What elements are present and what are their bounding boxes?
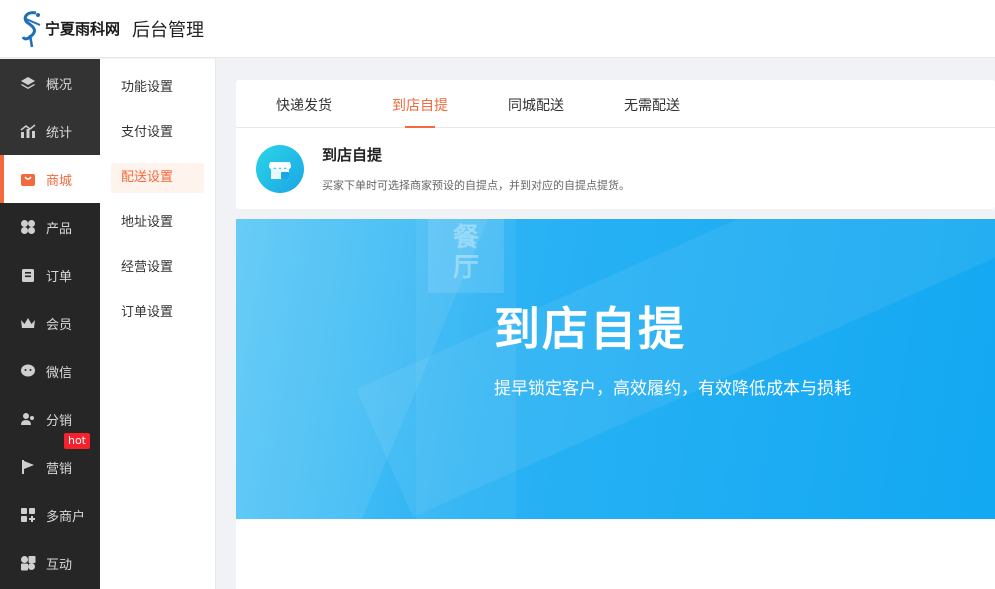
- logo-mark-icon: [21, 10, 41, 47]
- sidebar-item-stats[interactable]: 统计: [0, 107, 100, 155]
- banner-restaurant-sign: 餐厅: [428, 219, 504, 293]
- sidebar-item-interaction[interactable]: 互动: [0, 539, 100, 587]
- sidebar-item-label: 多商户: [46, 509, 86, 525]
- sidebar-item-wechat[interactable]: 微信: [0, 347, 100, 395]
- top-header: 宁夏雨科网 后台管理: [0, 0, 995, 58]
- sidebar-item-label: 互动: [46, 557, 73, 573]
- hot-badge: hot: [63, 433, 90, 449]
- banner-title: 到店自提: [494, 302, 686, 356]
- shop-bag-icon: [21, 174, 35, 186]
- sidebar-item-label: 会员: [46, 317, 73, 333]
- sidebar-item-label: 商城: [46, 173, 73, 189]
- pickup-description: 买家下单时可选择商家预设的自提点，并到对应的自提点提货。: [322, 179, 630, 192]
- settings-submenu: 功能设置 支付设置 配送设置 地址设置 经营设置 订单设置: [100, 59, 216, 589]
- chart-icon: [20, 124, 36, 138]
- pickup-title: 到店自提: [322, 146, 383, 164]
- store-plus-icon: [21, 508, 35, 522]
- delivery-card: 快递发货 到店自提 同城配送 无需配送 到店自提 买家下单时可选择商家预设的自提…: [236, 80, 995, 209]
- submenu-item-address[interactable]: 地址设置: [111, 208, 204, 238]
- sidebar-item-label: 订单: [46, 269, 73, 285]
- sidebar-item-marketing[interactable]: 营销 hot: [0, 433, 100, 491]
- logo-text: 宁夏雨科网: [45, 20, 121, 38]
- layers-icon: [21, 77, 35, 89]
- tab-express[interactable]: 快递发货: [276, 95, 332, 127]
- sidebar-item-label: 概况: [46, 77, 73, 93]
- wechat-icon: [21, 364, 35, 377]
- page-title: 后台管理: [132, 19, 205, 41]
- main-sidebar: 概况 统计 商城 产品 订单 会员 微信 分销 营销 hot 多商户 互动: [0, 59, 100, 589]
- tab-local-delivery[interactable]: 同城配送: [508, 95, 564, 127]
- grid-icon: [21, 220, 35, 234]
- flag-icon: [22, 460, 34, 474]
- submenu-item-function[interactable]: 功能设置: [111, 73, 204, 103]
- tab-pickup[interactable]: 到店自提: [392, 95, 448, 127]
- sidebar-item-overview[interactable]: 概况: [0, 59, 100, 107]
- sidebar-item-orders[interactable]: 订单: [0, 251, 100, 299]
- submenu-item-payment[interactable]: 支付设置: [111, 118, 204, 148]
- delivery-tabs: 快递发货 到店自提 同城配送 无需配送: [236, 80, 995, 128]
- submenu-item-delivery[interactable]: 配送设置: [111, 163, 204, 193]
- clipboard-icon: [22, 269, 34, 282]
- submenu-item-business[interactable]: 经营设置: [111, 253, 204, 283]
- storefront-icon: [269, 161, 291, 179]
- main-content: 快递发货 到店自提 同城配送 无需配送 到店自提 买家下单时可选择商家预设的自提…: [236, 80, 995, 589]
- logo[interactable]: 宁夏雨科网: [18, 9, 120, 49]
- pickup-banner: 餐厅 到店自提 提早锁定客户，高效履约，有效降低成本与损耗: [236, 219, 995, 519]
- sidebar-item-mall[interactable]: 商城: [0, 155, 100, 203]
- submenu-item-order[interactable]: 订单设置: [111, 298, 204, 328]
- store-icon: [256, 144, 304, 193]
- sidebar-item-label: 统计: [46, 125, 73, 141]
- sidebar-item-label: 微信: [46, 365, 73, 381]
- sidebar-item-multi-merchant[interactable]: 多商户: [0, 491, 100, 539]
- content-area: [236, 519, 995, 589]
- sidebar-item-members[interactable]: 会员: [0, 299, 100, 347]
- sidebar-item-label: 营销: [46, 461, 73, 477]
- crown-icon: [21, 318, 35, 328]
- banner-subtitle: 提早锁定客户，高效履约，有效降低成本与损耗: [494, 379, 851, 399]
- apps-icon: [21, 556, 36, 571]
- users-icon: [21, 413, 34, 425]
- pickup-info: 到店自提 买家下单时可选择商家预设的自提点，并到对应的自提点提货。: [236, 128, 995, 209]
- sidebar-item-label: 分销: [46, 413, 73, 429]
- sidebar-item-label: 产品: [46, 221, 73, 237]
- sidebar-item-products[interactable]: 产品: [0, 203, 100, 251]
- tab-no-delivery[interactable]: 无需配送: [624, 95, 680, 127]
